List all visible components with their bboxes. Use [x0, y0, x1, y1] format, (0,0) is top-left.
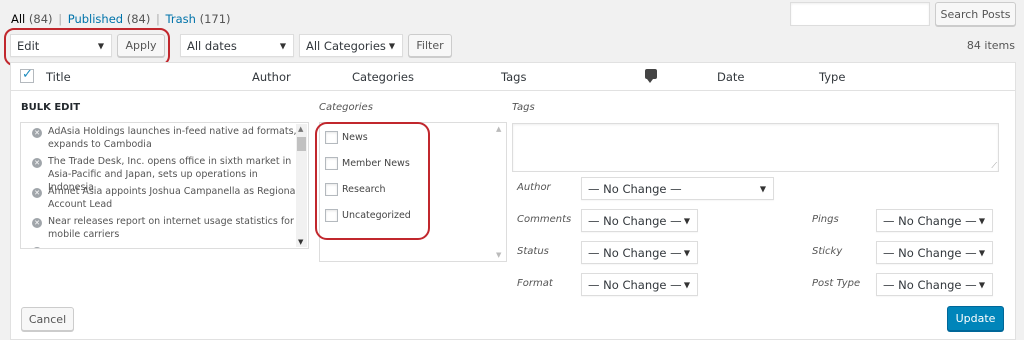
- column-title[interactable]: Title: [46, 70, 71, 84]
- chevron-down-icon: ▼: [978, 216, 985, 225]
- tags-label: Tags: [512, 102, 535, 113]
- category-checkbox-uncategorized[interactable]: [325, 209, 338, 222]
- bulk-edit-heading: BULK EDIT: [21, 102, 81, 113]
- chevron-down-icon: ▼: [97, 41, 104, 50]
- pings-label: Pings: [812, 214, 839, 225]
- categories-filter-select[interactable]: All Categories ▼: [299, 34, 403, 57]
- cancel-button[interactable]: Cancel: [21, 307, 74, 331]
- category-label: Member News: [342, 158, 410, 169]
- list-item: AdAsia Holdings launches in-feed native …: [48, 126, 297, 150]
- chevron-down-icon: ▼: [279, 41, 286, 50]
- view-trash-link[interactable]: Trash (171): [166, 12, 231, 26]
- chevron-down-icon: ▼: [388, 41, 395, 50]
- comments-select[interactable]: — No Change — ▼: [581, 209, 698, 232]
- scroll-down-icon[interactable]: ▼: [496, 251, 501, 259]
- remove-circle-icon[interactable]: ✕: [32, 218, 42, 228]
- chevron-down-icon: ▼: [683, 216, 690, 225]
- pings-select[interactable]: — No Change — ▼: [876, 209, 993, 232]
- post-type-label: Post Type: [812, 278, 861, 289]
- comments-label: Comments: [517, 214, 572, 225]
- category-label: News: [342, 132, 368, 143]
- chevron-down-icon: ▼: [683, 248, 690, 257]
- view-published-link[interactable]: Published (84): [68, 12, 151, 26]
- chevron-down-icon: ▼: [759, 184, 766, 193]
- category-label: Research: [342, 184, 386, 195]
- remove-circle-icon[interactable]: ✕: [32, 158, 42, 168]
- sticky-label: Sticky: [812, 246, 843, 257]
- apply-button[interactable]: Apply: [117, 34, 165, 57]
- scroll-up-icon[interactable]: ▲: [298, 125, 303, 133]
- comment-bubble-icon[interactable]: [645, 69, 657, 83]
- tags-textarea[interactable]: ⟋: [512, 123, 999, 172]
- select-all-checkbox[interactable]: ✓: [20, 67, 34, 83]
- view-all-link[interactable]: All (84): [11, 12, 53, 26]
- category-checkbox-news[interactable]: [325, 131, 338, 144]
- remove-circle-icon[interactable]: ✕: [32, 188, 42, 198]
- checkbox-checked-icon: ✓: [22, 67, 33, 82]
- category-checkbox-member-news[interactable]: [325, 157, 338, 170]
- format-select[interactable]: — No Change — ▼: [581, 273, 698, 296]
- sticky-select[interactable]: — No Change — ▼: [876, 241, 993, 264]
- search-posts-button[interactable]: Search Posts: [935, 2, 1016, 26]
- column-author: Author: [252, 70, 291, 84]
- list-item: Amnet Asia appoints Joshua Campanella as…: [48, 186, 299, 210]
- column-type: Type: [819, 70, 846, 84]
- status-label: Status: [517, 246, 549, 257]
- dates-filter-select[interactable]: All dates ▼: [180, 34, 294, 57]
- filter-button[interactable]: Filter: [408, 34, 452, 57]
- author-label: Author: [517, 182, 551, 193]
- author-select[interactable]: — No Change — ▼: [581, 177, 774, 200]
- chevron-down-icon: ▼: [683, 280, 690, 289]
- items-count: 84 items: [966, 39, 1015, 52]
- scroll-up-icon[interactable]: ▲: [496, 125, 501, 133]
- view-links: All (84) | Published (84) | Trash (171): [11, 12, 231, 26]
- category-label: Uncategorized: [342, 210, 411, 221]
- search-input[interactable]: [790, 2, 930, 26]
- format-label: Format: [517, 278, 553, 289]
- remove-circle-icon[interactable]: ✕: [32, 128, 42, 138]
- bulk-action-select[interactable]: Edit ▼: [10, 34, 112, 57]
- categories-label: Categories: [319, 102, 373, 113]
- bulk-titles-list: ✕ AdAsia Holdings launches in-feed nativ…: [20, 122, 309, 249]
- column-categories: Categories: [352, 70, 414, 84]
- resize-handle-icon[interactable]: ⟋: [991, 161, 997, 171]
- post-type-select[interactable]: — No Change — ▼: [876, 273, 993, 296]
- scrollbar[interactable]: ▲ ▼: [296, 124, 307, 247]
- list-item: Near releases report on internet usage s…: [48, 216, 294, 240]
- chevron-down-icon: ▼: [978, 248, 985, 257]
- column-date[interactable]: Date: [717, 70, 745, 84]
- status-select[interactable]: — No Change — ▼: [581, 241, 698, 264]
- column-tags: Tags: [501, 70, 527, 84]
- scroll-down-icon[interactable]: ▼: [298, 238, 303, 246]
- update-button[interactable]: Update: [947, 306, 1004, 331]
- chevron-down-icon: ▼: [978, 280, 985, 289]
- category-checkbox-research[interactable]: [325, 183, 338, 196]
